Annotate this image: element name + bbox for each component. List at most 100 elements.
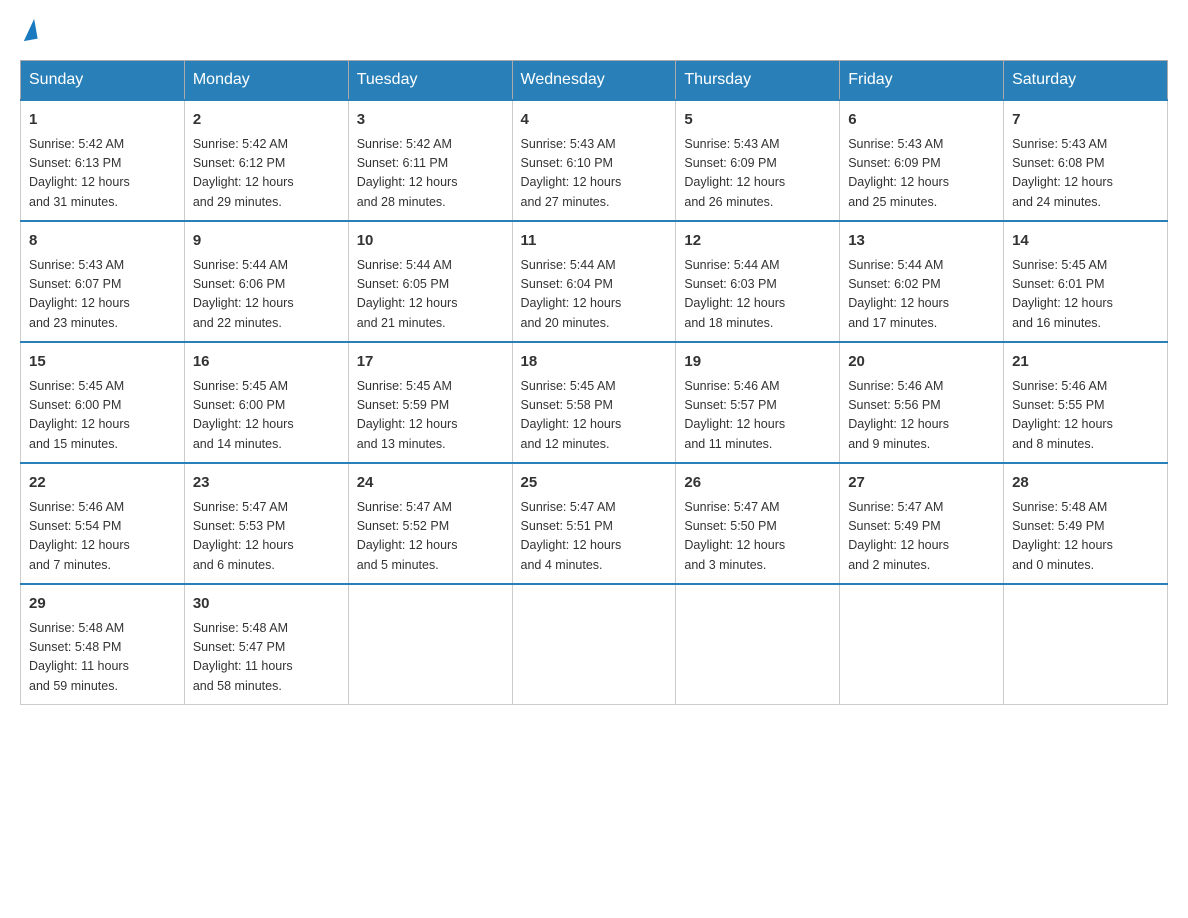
day-number: 23 xyxy=(193,472,340,495)
day-info: Sunrise: 5:46 AMSunset: 5:55 PMDaylight:… xyxy=(1012,377,1159,455)
calendar-cell: 21 Sunrise: 5:46 AMSunset: 5:55 PMDaylig… xyxy=(1004,342,1168,463)
day-number: 30 xyxy=(193,593,340,616)
day-number: 28 xyxy=(1012,472,1159,495)
calendar-cell: 11 Sunrise: 5:44 AMSunset: 6:04 PMDaylig… xyxy=(512,221,676,342)
day-number: 9 xyxy=(193,230,340,253)
calendar-cell xyxy=(1004,584,1168,705)
day-number: 25 xyxy=(521,472,668,495)
day-number: 18 xyxy=(521,351,668,374)
calendar-cell: 22 Sunrise: 5:46 AMSunset: 5:54 PMDaylig… xyxy=(21,463,185,584)
day-info: Sunrise: 5:47 AMSunset: 5:52 PMDaylight:… xyxy=(357,498,504,576)
calendar-cell: 20 Sunrise: 5:46 AMSunset: 5:56 PMDaylig… xyxy=(840,342,1004,463)
day-number: 22 xyxy=(29,472,176,495)
calendar-cell: 1 Sunrise: 5:42 AMSunset: 6:13 PMDayligh… xyxy=(21,100,185,221)
day-number: 15 xyxy=(29,351,176,374)
day-info: Sunrise: 5:45 AMSunset: 6:01 PMDaylight:… xyxy=(1012,256,1159,334)
calendar-cell: 29 Sunrise: 5:48 AMSunset: 5:48 PMDaylig… xyxy=(21,584,185,705)
day-number: 4 xyxy=(521,109,668,132)
calendar-cell: 12 Sunrise: 5:44 AMSunset: 6:03 PMDaylig… xyxy=(676,221,840,342)
calendar-cell: 25 Sunrise: 5:47 AMSunset: 5:51 PMDaylig… xyxy=(512,463,676,584)
day-info: Sunrise: 5:42 AMSunset: 6:11 PMDaylight:… xyxy=(357,135,504,213)
day-number: 24 xyxy=(357,472,504,495)
day-info: Sunrise: 5:44 AMSunset: 6:06 PMDaylight:… xyxy=(193,256,340,334)
calendar-cell: 24 Sunrise: 5:47 AMSunset: 5:52 PMDaylig… xyxy=(348,463,512,584)
column-header-sunday: Sunday xyxy=(21,61,185,101)
calendar-cell: 15 Sunrise: 5:45 AMSunset: 6:00 PMDaylig… xyxy=(21,342,185,463)
calendar-cell: 2 Sunrise: 5:42 AMSunset: 6:12 PMDayligh… xyxy=(184,100,348,221)
day-info: Sunrise: 5:43 AMSunset: 6:10 PMDaylight:… xyxy=(521,135,668,213)
day-info: Sunrise: 5:44 AMSunset: 6:05 PMDaylight:… xyxy=(357,256,504,334)
day-number: 13 xyxy=(848,230,995,253)
day-info: Sunrise: 5:42 AMSunset: 6:12 PMDaylight:… xyxy=(193,135,340,213)
day-info: Sunrise: 5:43 AMSunset: 6:09 PMDaylight:… xyxy=(848,135,995,213)
calendar-cell: 19 Sunrise: 5:46 AMSunset: 5:57 PMDaylig… xyxy=(676,342,840,463)
day-info: Sunrise: 5:45 AMSunset: 6:00 PMDaylight:… xyxy=(29,377,176,455)
day-number: 8 xyxy=(29,230,176,253)
day-number: 3 xyxy=(357,109,504,132)
calendar-cell: 8 Sunrise: 5:43 AMSunset: 6:07 PMDayligh… xyxy=(21,221,185,342)
day-info: Sunrise: 5:47 AMSunset: 5:51 PMDaylight:… xyxy=(521,498,668,576)
day-info: Sunrise: 5:48 AMSunset: 5:49 PMDaylight:… xyxy=(1012,498,1159,576)
calendar-cell: 14 Sunrise: 5:45 AMSunset: 6:01 PMDaylig… xyxy=(1004,221,1168,342)
day-info: Sunrise: 5:42 AMSunset: 6:13 PMDaylight:… xyxy=(29,135,176,213)
column-header-saturday: Saturday xyxy=(1004,61,1168,101)
day-number: 20 xyxy=(848,351,995,374)
day-info: Sunrise: 5:44 AMSunset: 6:02 PMDaylight:… xyxy=(848,256,995,334)
calendar-cell: 7 Sunrise: 5:43 AMSunset: 6:08 PMDayligh… xyxy=(1004,100,1168,221)
calendar-cell: 4 Sunrise: 5:43 AMSunset: 6:10 PMDayligh… xyxy=(512,100,676,221)
calendar-cell: 9 Sunrise: 5:44 AMSunset: 6:06 PMDayligh… xyxy=(184,221,348,342)
day-number: 14 xyxy=(1012,230,1159,253)
day-info: Sunrise: 5:46 AMSunset: 5:56 PMDaylight:… xyxy=(848,377,995,455)
day-number: 27 xyxy=(848,472,995,495)
day-info: Sunrise: 5:45 AMSunset: 6:00 PMDaylight:… xyxy=(193,377,340,455)
day-info: Sunrise: 5:45 AMSunset: 5:58 PMDaylight:… xyxy=(521,377,668,455)
day-number: 10 xyxy=(357,230,504,253)
day-number: 11 xyxy=(521,230,668,253)
calendar-cell: 18 Sunrise: 5:45 AMSunset: 5:58 PMDaylig… xyxy=(512,342,676,463)
calendar-cell: 13 Sunrise: 5:44 AMSunset: 6:02 PMDaylig… xyxy=(840,221,1004,342)
day-info: Sunrise: 5:48 AMSunset: 5:47 PMDaylight:… xyxy=(193,619,340,697)
day-info: Sunrise: 5:46 AMSunset: 5:54 PMDaylight:… xyxy=(29,498,176,576)
column-header-monday: Monday xyxy=(184,61,348,101)
day-number: 17 xyxy=(357,351,504,374)
week-row-5: 29 Sunrise: 5:48 AMSunset: 5:48 PMDaylig… xyxy=(21,584,1168,705)
day-number: 16 xyxy=(193,351,340,374)
logo-triangle-icon xyxy=(20,19,37,41)
day-number: 6 xyxy=(848,109,995,132)
calendar-cell xyxy=(840,584,1004,705)
day-info: Sunrise: 5:47 AMSunset: 5:50 PMDaylight:… xyxy=(684,498,831,576)
calendar-cell: 16 Sunrise: 5:45 AMSunset: 6:00 PMDaylig… xyxy=(184,342,348,463)
day-info: Sunrise: 5:46 AMSunset: 5:57 PMDaylight:… xyxy=(684,377,831,455)
day-number: 1 xyxy=(29,109,176,132)
calendar-cell: 5 Sunrise: 5:43 AMSunset: 6:09 PMDayligh… xyxy=(676,100,840,221)
day-number: 2 xyxy=(193,109,340,132)
day-number: 29 xyxy=(29,593,176,616)
week-row-3: 15 Sunrise: 5:45 AMSunset: 6:00 PMDaylig… xyxy=(21,342,1168,463)
week-row-4: 22 Sunrise: 5:46 AMSunset: 5:54 PMDaylig… xyxy=(21,463,1168,584)
day-info: Sunrise: 5:44 AMSunset: 6:04 PMDaylight:… xyxy=(521,256,668,334)
calendar-cell xyxy=(512,584,676,705)
day-info: Sunrise: 5:43 AMSunset: 6:09 PMDaylight:… xyxy=(684,135,831,213)
day-info: Sunrise: 5:44 AMSunset: 6:03 PMDaylight:… xyxy=(684,256,831,334)
calendar-cell: 3 Sunrise: 5:42 AMSunset: 6:11 PMDayligh… xyxy=(348,100,512,221)
day-number: 12 xyxy=(684,230,831,253)
calendar-header-row: SundayMondayTuesdayWednesdayThursdayFrid… xyxy=(21,61,1168,101)
logo xyxy=(20,20,36,44)
week-row-2: 8 Sunrise: 5:43 AMSunset: 6:07 PMDayligh… xyxy=(21,221,1168,342)
calendar-cell: 30 Sunrise: 5:48 AMSunset: 5:47 PMDaylig… xyxy=(184,584,348,705)
day-info: Sunrise: 5:43 AMSunset: 6:07 PMDaylight:… xyxy=(29,256,176,334)
page-header xyxy=(20,20,1168,44)
calendar-cell: 6 Sunrise: 5:43 AMSunset: 6:09 PMDayligh… xyxy=(840,100,1004,221)
calendar-table: SundayMondayTuesdayWednesdayThursdayFrid… xyxy=(20,60,1168,705)
day-number: 7 xyxy=(1012,109,1159,132)
calendar-cell: 28 Sunrise: 5:48 AMSunset: 5:49 PMDaylig… xyxy=(1004,463,1168,584)
calendar-cell: 27 Sunrise: 5:47 AMSunset: 5:49 PMDaylig… xyxy=(840,463,1004,584)
calendar-cell xyxy=(348,584,512,705)
day-info: Sunrise: 5:48 AMSunset: 5:48 PMDaylight:… xyxy=(29,619,176,697)
day-info: Sunrise: 5:45 AMSunset: 5:59 PMDaylight:… xyxy=(357,377,504,455)
day-number: 26 xyxy=(684,472,831,495)
column-header-thursday: Thursday xyxy=(676,61,840,101)
day-number: 5 xyxy=(684,109,831,132)
day-number: 19 xyxy=(684,351,831,374)
column-header-wednesday: Wednesday xyxy=(512,61,676,101)
